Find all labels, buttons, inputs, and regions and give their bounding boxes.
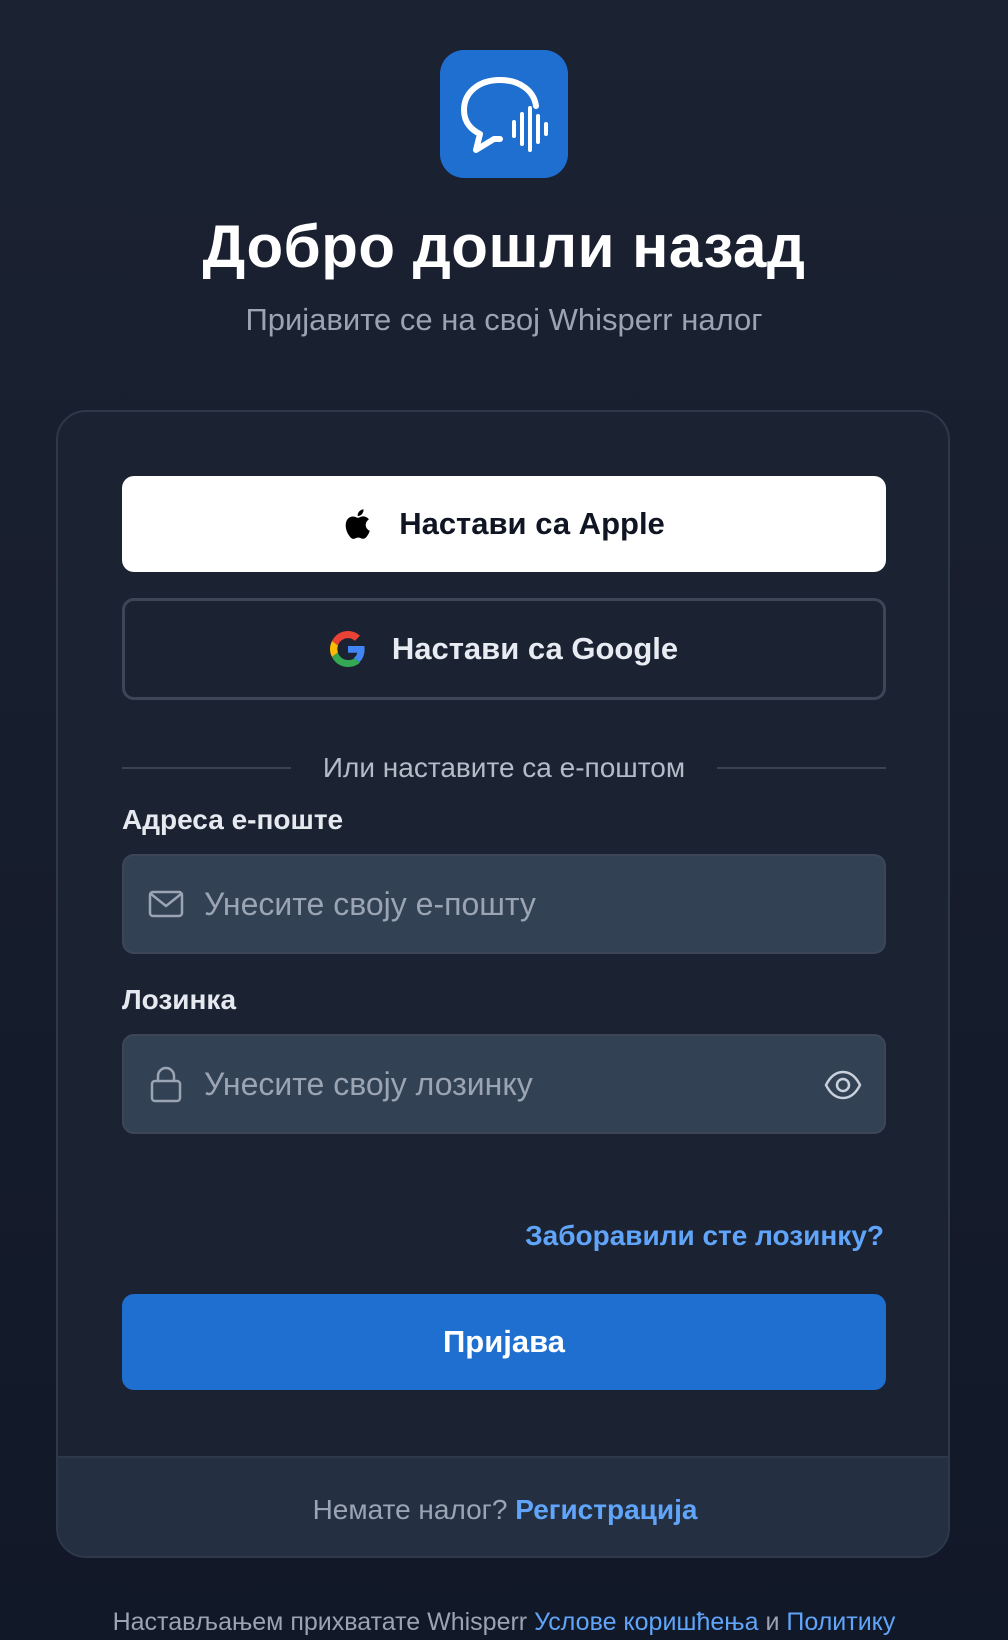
divider: Или наставите са е-поштом bbox=[122, 748, 886, 788]
eye-icon[interactable] bbox=[824, 1066, 862, 1104]
terms-notice: Настављањем прихватате Whisperr Услове к… bbox=[0, 1608, 1008, 1637]
login-button[interactable]: Пријава bbox=[122, 1294, 886, 1390]
password-label: Лозинка bbox=[122, 984, 237, 1015]
divider-line-right bbox=[717, 767, 886, 769]
apple-icon bbox=[345, 509, 370, 539]
register-link[interactable]: Регистрација bbox=[515, 1494, 697, 1526]
no-account-text: Немате налог? bbox=[312, 1494, 508, 1525]
google-icon bbox=[329, 631, 365, 667]
google-signin-button[interactable]: Настави са Google bbox=[122, 598, 886, 700]
chat-voice-icon bbox=[461, 77, 548, 153]
login-card: Настави са Apple Настави са Google Или н… bbox=[56, 410, 950, 1558]
apple-signin-button[interactable]: Настави са Apple bbox=[122, 476, 886, 572]
email-label: Адреса е-поште bbox=[122, 804, 344, 835]
forgot-password-link[interactable]: Заборавили сте лозинку? bbox=[525, 1220, 884, 1252]
password-input[interactable] bbox=[202, 1064, 884, 1104]
google-signin-label: Настави са Google bbox=[391, 631, 679, 666]
password-field-wrapper[interactable] bbox=[122, 1034, 886, 1134]
apple-signin-label: Настави са Apple bbox=[399, 506, 665, 541]
lock-icon bbox=[150, 1066, 182, 1103]
divider-text: Или наставите са е-поштом bbox=[322, 752, 686, 783]
mail-icon bbox=[148, 890, 184, 918]
email-field-wrapper[interactable] bbox=[122, 854, 886, 954]
card-footer: Немате налог? Регистрација bbox=[58, 1456, 948, 1556]
app-logo bbox=[440, 50, 568, 178]
email-input[interactable] bbox=[202, 884, 884, 924]
terms-prefix: Настављањем прихватате Whisperr bbox=[112, 1608, 528, 1636]
divider-line-left bbox=[122, 767, 291, 769]
page-title: Добро дошли назад bbox=[202, 213, 806, 280]
privacy-policy-link[interactable]: Политику bbox=[786, 1608, 895, 1636]
page-subtitle: Пријавите се на свој Whisperr налог bbox=[245, 302, 763, 337]
terms-of-use-link[interactable]: Услове коришћења bbox=[534, 1608, 758, 1636]
terms-conjunction: и bbox=[765, 1608, 780, 1636]
